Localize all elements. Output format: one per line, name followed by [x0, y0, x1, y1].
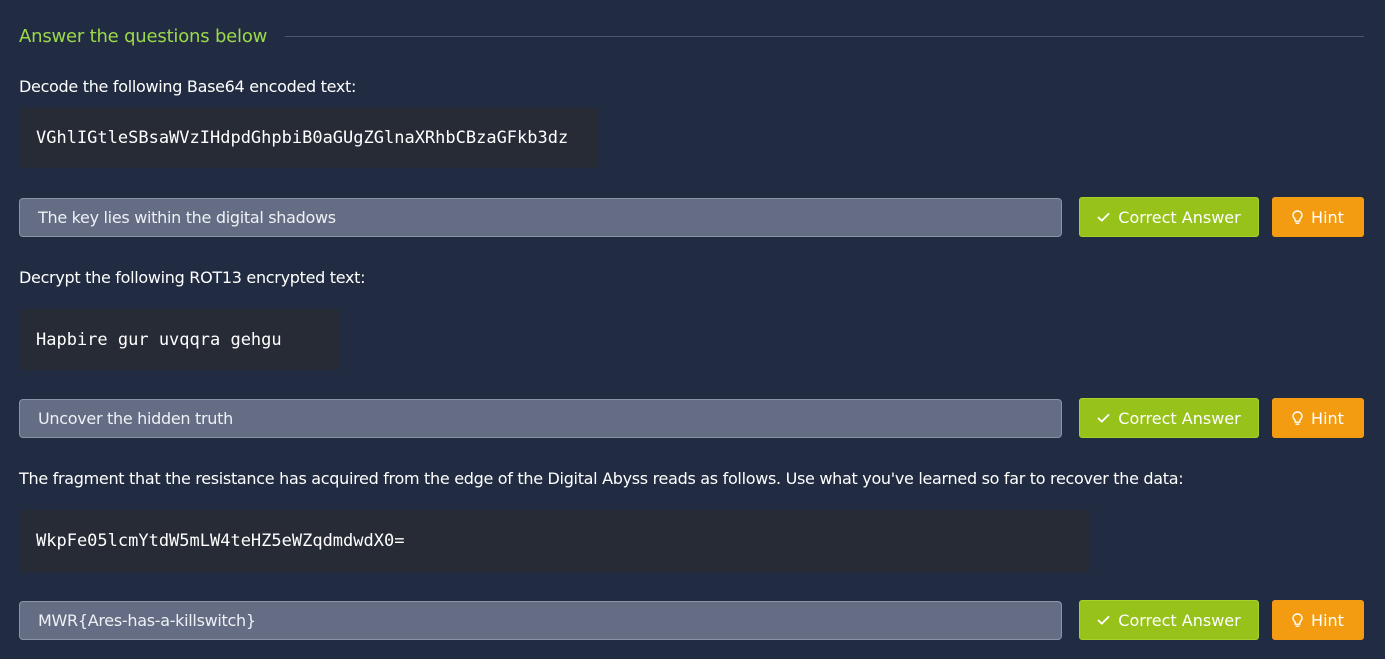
section-title: Answer the questions below — [19, 25, 268, 47]
question-3-answer-field[interactable]: MWR{Ares-has-a-killswitch} — [19, 601, 1062, 640]
lightbulb-icon — [1292, 410, 1303, 426]
question-3-hint-button[interactable]: Hint — [1272, 600, 1364, 640]
lightbulb-icon — [1292, 612, 1303, 628]
question-1-code: VGhlIGtleSBsaWVzIHdpdGhpbiB0aGUgZGlnaXRh… — [36, 128, 569, 148]
check-icon — [1097, 615, 1110, 625]
hint-label: Hint — [1311, 408, 1344, 428]
question-2-code-block: Hapbire gur uvqqra gehgu — [19, 309, 339, 370]
question-2-hint-button[interactable]: Hint — [1272, 398, 1364, 438]
hint-label: Hint — [1311, 610, 1344, 630]
section-divider — [285, 35, 1364, 37]
question-1-prompt: Decode the following Base64 encoded text… — [19, 77, 357, 96]
lightbulb-icon — [1292, 209, 1303, 225]
check-icon — [1097, 212, 1110, 222]
question-1-code-block: VGhlIGtleSBsaWVzIHdpdGhpbiB0aGUgZGlnaXRh… — [19, 108, 598, 168]
question-2-correct-answer-button[interactable]: Correct Answer — [1079, 398, 1259, 438]
hint-label: Hint — [1311, 207, 1344, 227]
correct-answer-label: Correct Answer — [1118, 207, 1241, 227]
question-1-hint-button[interactable]: Hint — [1272, 197, 1364, 237]
section-header: Answer the questions below — [19, 24, 1364, 48]
correct-answer-label: Correct Answer — [1118, 610, 1241, 630]
question-2-code: Hapbire gur uvqqra gehgu — [36, 329, 282, 350]
question-1-correct-answer-button[interactable]: Correct Answer — [1079, 197, 1259, 237]
question-3-code: WkpFe05lcmYtdW5mLW4teHZ5eWZqdmdwdX0= — [36, 531, 405, 551]
question-2-prompt: Decrypt the following ROT13 encrypted te… — [19, 268, 366, 287]
correct-answer-label: Correct Answer — [1118, 408, 1241, 428]
check-icon — [1097, 413, 1110, 423]
question-3-code-block: WkpFe05lcmYtdW5mLW4teHZ5eWZqdmdwdX0= — [19, 510, 1090, 572]
question-2-answer-field[interactable]: Uncover the hidden truth — [19, 399, 1062, 438]
question-3-prompt: The fragment that the resistance has acq… — [19, 469, 1184, 488]
question-3-correct-answer-button[interactable]: Correct Answer — [1079, 600, 1259, 640]
question-1-answer-field[interactable]: The key lies within the digital shadows — [19, 198, 1062, 237]
